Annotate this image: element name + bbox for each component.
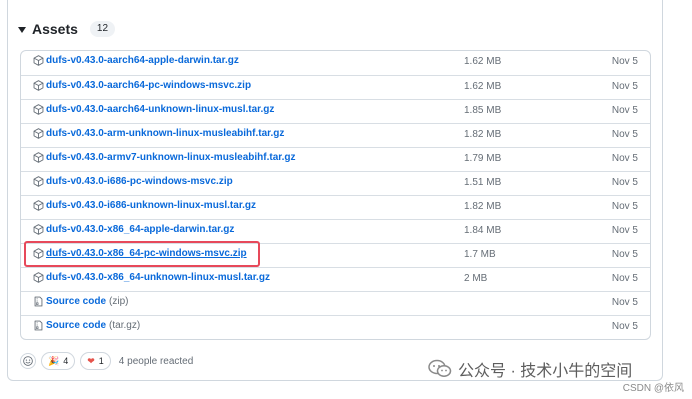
source-code-label: Source code — [46, 320, 107, 331]
asset-date: Nov 5 — [611, 81, 638, 92]
source-code-format: (zip) — [109, 296, 129, 307]
package-icon — [33, 104, 44, 115]
asset-name: dufs-v0.43.0-x86_64-apple-darwin.tar.gz — [46, 224, 235, 235]
source-code-label: Source code — [46, 296, 107, 307]
file-zip-icon — [34, 320, 43, 331]
reactions-summary: 4 people reacted — [118, 355, 194, 367]
assets-title: Assets — [32, 21, 78, 37]
asset-size: 1.82 MB — [464, 201, 502, 212]
smiley-icon — [23, 356, 33, 366]
asset-link[interactable]: dufs-v0.43.0-aarch64-pc-windows-msvc.zip — [33, 80, 251, 91]
csdn-watermark: CSDN @依风 — [622, 383, 684, 394]
file-zip-icon — [34, 296, 43, 307]
asset-row: dufs-v0.43.0-x86_64-pc-windows-msvc.zip 1… — [21, 243, 650, 267]
wechat-icon — [428, 359, 452, 377]
reaction-heart-count: 1 — [98, 356, 104, 366]
package-icon — [33, 176, 44, 187]
reactions-bar: 🎉 4 ❤ 1 4 people reacted — [20, 352, 193, 370]
reaction-party-count: 4 — [63, 356, 69, 366]
source-code-link[interactable]: Source code (tar.gz) — [33, 320, 140, 331]
asset-size: 1.62 MB — [464, 56, 502, 67]
asset-link[interactable]: dufs-v0.43.0-armv7-unknown-linux-musleab… — [33, 152, 296, 163]
asset-name: dufs-v0.43.0-aarch64-unknown-linux-musl.… — [46, 104, 275, 115]
reaction-party[interactable]: 🎉 4 — [41, 352, 76, 370]
asset-date: Nov 5 — [611, 273, 638, 284]
caret-down-icon — [18, 26, 26, 33]
asset-size: 1.7 MB — [464, 249, 496, 260]
asset-link[interactable]: dufs-v0.43.0-i686-unknown-linux-musl.tar… — [33, 200, 256, 211]
source-code-date: Nov 5 — [611, 321, 638, 332]
asset-link[interactable]: dufs-v0.43.0-aarch64-apple-darwin.tar.gz — [33, 55, 239, 66]
asset-size: 2 MB — [464, 273, 488, 284]
asset-size: 1.84 MB — [464, 225, 502, 236]
source-code-row: Source code (zip) Nov 5 — [21, 291, 650, 315]
asset-name: dufs-v0.43.0-i686-pc-windows-msvc.zip — [46, 176, 233, 187]
asset-row: dufs-v0.43.0-aarch64-unknown-linux-musl.… — [21, 99, 650, 123]
package-icon — [33, 248, 44, 259]
source-code-row: Source code (tar.gz) Nov 5 — [21, 315, 650, 339]
package-icon — [33, 55, 44, 66]
asset-row: dufs-v0.43.0-x86_64-apple-darwin.tar.gz 1… — [21, 219, 650, 243]
asset-row: dufs-v0.43.0-aarch64-pc-windows-msvc.zip… — [21, 75, 650, 99]
asset-row: dufs-v0.43.0-arm-unknown-linux-musleabih… — [21, 123, 650, 147]
asset-date: Nov 5 — [611, 153, 638, 164]
asset-link[interactable]: dufs-v0.43.0-arm-unknown-linux-musleabih… — [33, 128, 284, 139]
heart-icon: ❤ — [87, 355, 95, 366]
asset-name: dufs-v0.43.0-aarch64-apple-darwin.tar.gz — [46, 55, 239, 66]
asset-date: Nov 5 — [611, 201, 638, 212]
asset-size: 1.79 MB — [464, 153, 502, 164]
reaction-heart[interactable]: ❤ 1 — [80, 352, 111, 370]
source-code-link[interactable]: Source code (zip) — [33, 296, 128, 307]
package-icon — [33, 200, 44, 211]
source-code-date: Nov 5 — [611, 297, 638, 308]
asset-date: Nov 5 — [611, 129, 638, 140]
asset-name: dufs-v0.43.0-armv7-unknown-linux-musleab… — [46, 152, 296, 163]
asset-name: dufs-v0.43.0-aarch64-pc-windows-msvc.zip — [46, 80, 252, 91]
package-icon — [33, 224, 44, 235]
asset-link[interactable]: dufs-v0.43.0-x86_64-unknown-linux-musl.t… — [33, 272, 270, 283]
asset-list: dufs-v0.43.0-aarch64-apple-darwin.tar.gz… — [20, 50, 651, 340]
source-code-format: (tar.gz) — [109, 320, 141, 331]
asset-link[interactable]: dufs-v0.43.0-i686-pc-windows-msvc.zip — [33, 176, 233, 187]
asset-date: Nov 5 — [611, 56, 638, 67]
asset-size: 1.82 MB — [464, 129, 502, 140]
asset-row: dufs-v0.43.0-x86_64-unknown-linux-musl.t… — [21, 267, 650, 291]
assets-toggle[interactable]: Assets 12 — [18, 20, 116, 38]
asset-date: Nov 5 — [611, 249, 638, 260]
asset-link[interactable]: dufs-v0.43.0-x86_64-apple-darwin.tar.gz — [33, 224, 234, 235]
asset-size: 1.51 MB — [464, 177, 502, 188]
asset-date: Nov 5 — [611, 225, 638, 236]
wechat-watermark: 公众号 · 技术小牛的空间 — [428, 357, 632, 381]
asset-row: dufs-v0.43.0-armv7-unknown-linux-musleab… — [21, 147, 650, 171]
asset-name: dufs-v0.43.0-i686-unknown-linux-musl.tar… — [46, 200, 257, 211]
add-reaction-button[interactable] — [20, 353, 36, 369]
asset-date: Nov 5 — [611, 105, 638, 116]
watermark-text: 公众号 · 技术小牛的空间 — [458, 363, 633, 380]
asset-row: dufs-v0.43.0-aarch64-apple-darwin.tar.gz… — [21, 51, 650, 75]
asset-name: dufs-v0.43.0-x86_64-pc-windows-msvc.zip — [46, 248, 247, 259]
asset-row: dufs-v0.43.0-i686-pc-windows-msvc.zip 1.5… — [21, 171, 650, 195]
package-icon — [33, 80, 44, 91]
asset-size: 1.62 MB — [464, 81, 502, 92]
package-icon — [33, 272, 44, 283]
package-icon — [33, 128, 44, 139]
asset-size: 1.85 MB — [464, 105, 502, 116]
asset-link[interactable]: dufs-v0.43.0-aarch64-unknown-linux-musl.… — [33, 104, 274, 115]
asset-row: dufs-v0.43.0-i686-unknown-linux-musl.tar… — [21, 195, 650, 219]
package-icon — [33, 152, 44, 163]
asset-date: Nov 5 — [611, 177, 638, 188]
asset-name: dufs-v0.43.0-x86_64-unknown-linux-musl.t… — [46, 272, 270, 283]
asset-name: dufs-v0.43.0-arm-unknown-linux-musleabih… — [46, 128, 285, 139]
asset-link[interactable]: dufs-v0.43.0-x86_64-pc-windows-msvc.zip — [33, 248, 247, 259]
assets-count-badge: 12 — [89, 21, 116, 37]
party-popper-icon: 🎉 — [48, 355, 60, 366]
